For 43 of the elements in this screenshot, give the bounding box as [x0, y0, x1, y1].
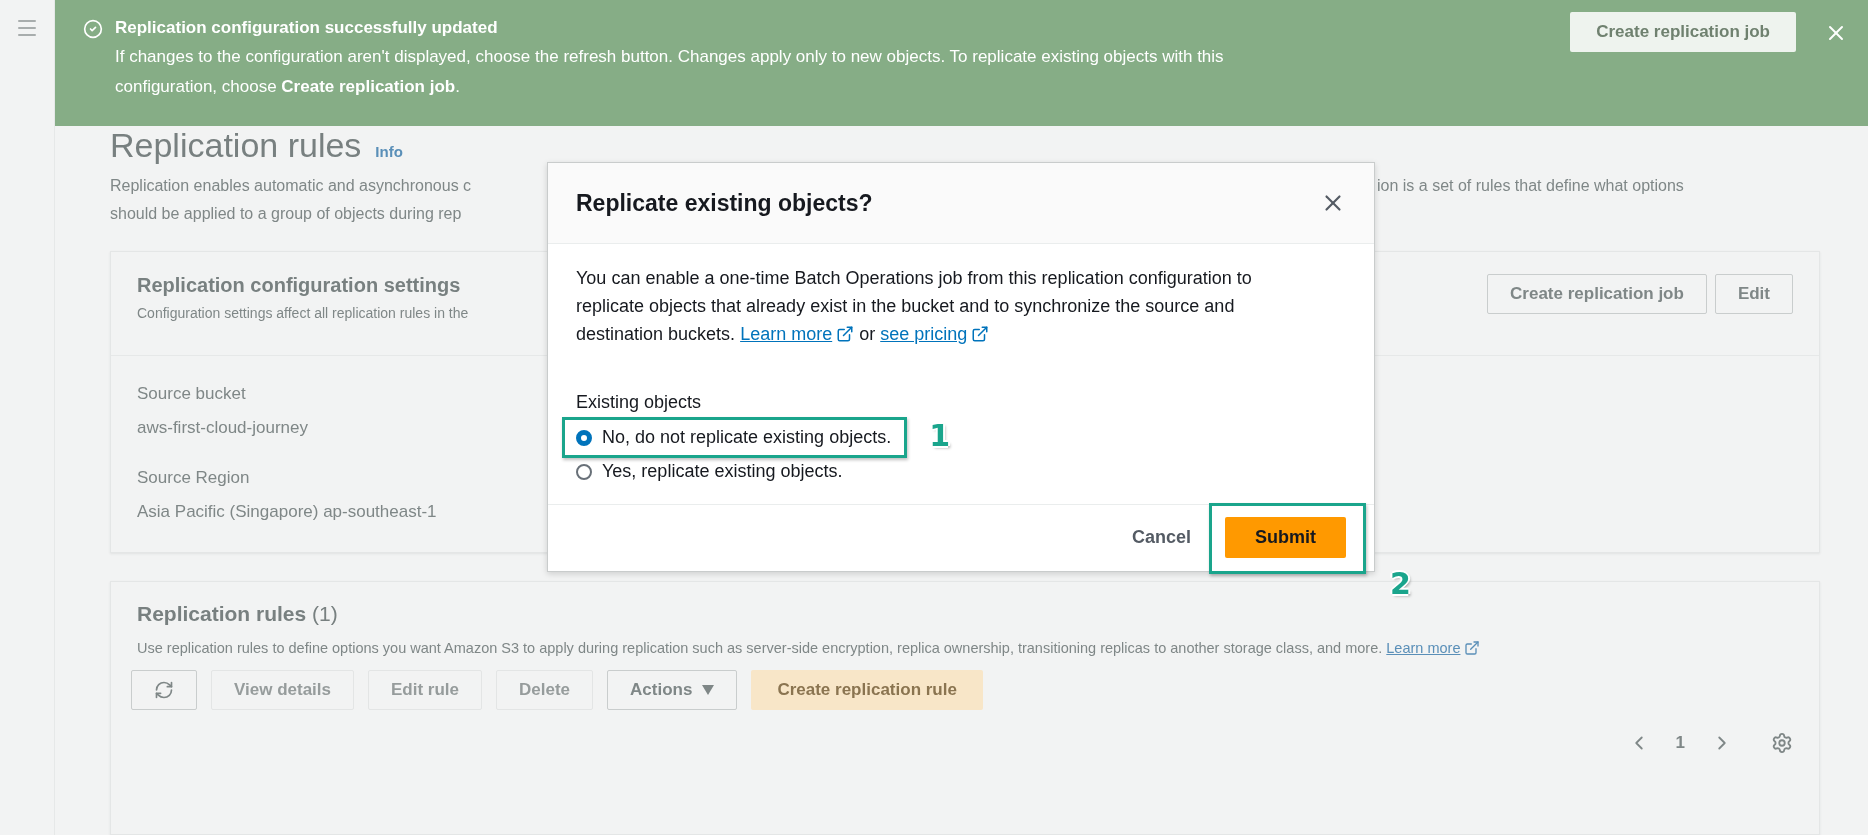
- submit-button[interactable]: Submit: [1225, 517, 1346, 558]
- actions-dropdown[interactable]: Actions: [607, 670, 738, 710]
- page-description: Replication enables automatic and asynchronous c: [110, 176, 473, 196]
- page-description: ion is a set of rules that define what options: [1377, 176, 1685, 196]
- radio-option[interactable]: Yes, replicate existing objects.: [576, 461, 843, 482]
- modal-title: Replicate existing objects?: [576, 189, 873, 217]
- card-button[interactable]: Create replication job: [1487, 274, 1707, 314]
- success-icon: [83, 19, 103, 39]
- banner-message: If changes to the configuration aren't displayed, choose the refresh button. Changes apply only to new objects. To replicate existing objects with this configuration, choose Create replication job.: [115, 46, 1225, 98]
- group-label: Existing objects: [576, 392, 703, 413]
- card-button[interactable]: Edit: [1714, 274, 1793, 314]
- pricing-link[interactable]: see pricing: [880, 320, 990, 348]
- caret-icon: [702, 685, 715, 695]
- external-link-icon: [1464, 640, 1481, 656]
- banner-title: Replication configuration successfully updated: [115, 18, 499, 38]
- radio-button[interactable]: [576, 463, 592, 480]
- info-link[interactable]: Info: [375, 143, 403, 160]
- card-subtitle: Configuration settings affect all replication rules in the: [137, 305, 469, 321]
- learn-more-link[interactable]: Learn more: [1386, 640, 1481, 656]
- card-title: Replication rules (1): [137, 602, 339, 626]
- cancel-button[interactable]: Cancel: [1119, 519, 1203, 556]
- field-value: Asia Pacific (Singapore) ap-southeast-1: [137, 502, 437, 522]
- external-link-icon: [971, 325, 990, 343]
- radio-option[interactable]: No, do not replicate existing objects.: [576, 427, 892, 448]
- field-value: aws-first-cloud-journey: [137, 418, 308, 438]
- card-title: Replication configuration settings: [137, 274, 462, 297]
- create-rule-button[interactable]: Create replication rule: [751, 670, 983, 710]
- field-label: Source bucket: [137, 384, 246, 404]
- annotation-number: 2: [1390, 569, 1411, 599]
- card-description: Use replication rules to define options you want Amazon S3 to apply during replication such as server-side encryption, replica ownership, transitioning replicas to another storage class, and more. Learn more: [137, 640, 1793, 656]
- page-description: should be applied to a group of objects during rep: [110, 204, 463, 224]
- refresh-button[interactable]: [131, 670, 197, 710]
- modal-description: You can enable a one-time Batch Operations job from this replication configuration to replicate objects that already exist in the bucket and to synchronize the source and destination buckets. Learn more or see pricing: [576, 264, 1321, 348]
- page-title: Replication rules: [110, 126, 362, 165]
- radio-button[interactable]: [576, 429, 592, 446]
- settings-icon[interactable]: [1771, 732, 1793, 754]
- external-link-icon: [836, 325, 855, 343]
- refresh-icon: [154, 680, 174, 700]
- annotation-number: 1: [929, 421, 951, 451]
- field-label: Source Region: [137, 468, 250, 488]
- learn-more-link[interactable]: Learn more: [740, 320, 855, 348]
- page-number[interactable]: 1: [1675, 733, 1685, 753]
- create-job-button[interactable]: Create replication job: [1570, 12, 1796, 52]
